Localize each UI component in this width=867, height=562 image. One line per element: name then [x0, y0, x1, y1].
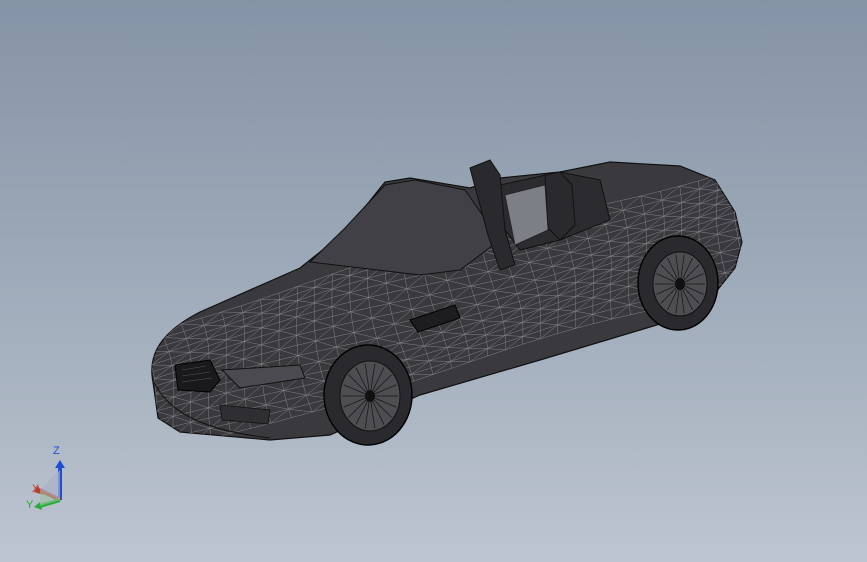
graphics-viewport[interactable]: Z X Y — [0, 0, 867, 562]
z-axis-label: Z — [53, 445, 60, 457]
rear-wheel — [637, 235, 719, 331]
y-axis-label: Y — [26, 499, 34, 511]
car-wireframe-model[interactable] — [0, 0, 867, 562]
z-axis-arrow-icon — [55, 460, 65, 468]
coordinate-triad: Z X Y — [22, 440, 82, 520]
front-wheel — [323, 344, 413, 446]
x-axis-label: X — [32, 483, 40, 495]
